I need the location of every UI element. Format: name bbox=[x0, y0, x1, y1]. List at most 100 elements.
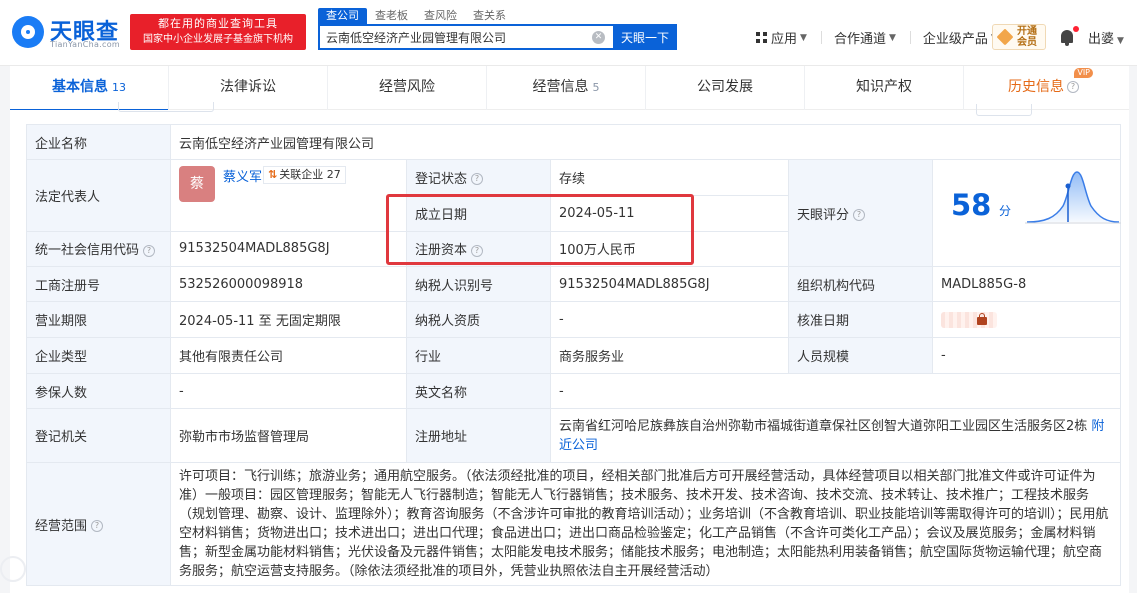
tab-label: 公司发展 bbox=[697, 79, 753, 95]
help-icon[interactable]: ? bbox=[143, 244, 156, 257]
score-marker-dot bbox=[1065, 183, 1071, 189]
slogan-line1: 都在用的商业查询工具 bbox=[158, 17, 278, 30]
tab-label: 经营风险 bbox=[379, 79, 435, 95]
tab-label: 历史信息 bbox=[1008, 79, 1064, 95]
vip-text: 开通 会员 bbox=[1017, 26, 1037, 48]
avatar: 蔡 bbox=[179, 166, 215, 203]
legal-rep-cell: 蔡 蔡义军 ⇅ 关联企业 27 bbox=[170, 159, 407, 232]
approve-date-value[interactable] bbox=[931, 301, 1122, 338]
tab-count: 5 bbox=[592, 81, 600, 94]
approve-date-label: 核准日期 bbox=[788, 301, 933, 338]
vip-line1: 开通 bbox=[1017, 26, 1037, 37]
chevron-down-icon: ▼ bbox=[888, 32, 896, 43]
legal-rep-label: 法定代表人 bbox=[26, 159, 171, 232]
search-button[interactable]: 天眼一下 bbox=[613, 24, 677, 50]
taxpayer-qual-value: - bbox=[550, 301, 789, 338]
help-icon[interactable]: ? bbox=[471, 244, 484, 257]
slogan-banner: 都在用的商业查询工具 国家中小企业发展子基金旗下机构 bbox=[130, 14, 306, 50]
diamond-icon bbox=[996, 28, 1014, 46]
nav-apps[interactable]: 应用 ▼ bbox=[756, 28, 807, 47]
reg-capital-value: 100万人民币 bbox=[550, 230, 789, 268]
type-label: 企业类型 bbox=[26, 337, 171, 374]
grid-icon bbox=[756, 32, 767, 43]
watermark-logo-icon bbox=[0, 556, 26, 582]
user-menu[interactable]: 出婆 ▼ bbox=[1088, 28, 1124, 47]
chevron-down-icon: ▼ bbox=[800, 32, 807, 43]
tab-underlay bbox=[10, 110, 1129, 124]
term-value: 2024-05-11 至 无固定期限 bbox=[170, 301, 407, 338]
top-header: 天眼查 TianYanCha.com 都在用的商业查询工具 国家中小企业发展子基… bbox=[0, 0, 1137, 66]
credit-code-label-text: 统一社会信用代码 bbox=[35, 243, 140, 259]
help-icon[interactable]: ? bbox=[853, 209, 866, 221]
tab-label: 经营信息 bbox=[532, 79, 589, 95]
found-date-label: 成立日期 bbox=[406, 194, 551, 232]
link-icon: ⇅ bbox=[268, 168, 278, 182]
insured-label: 参保人数 bbox=[26, 373, 171, 409]
tab-label: 知识产权 bbox=[856, 79, 912, 95]
tab-operation[interactable]: 经营信息 5 bbox=[487, 66, 646, 110]
eye-logo-icon bbox=[12, 16, 44, 48]
table-row: 营业期限 2024-05-11 至 无固定期限 纳税人资质 - 核准日期 bbox=[26, 301, 1122, 338]
table-row: 参保人数 - 英文名称 - bbox=[26, 373, 1122, 409]
vip-badge: VIP bbox=[1074, 68, 1093, 78]
tab-risk[interactable]: 经营风险 bbox=[328, 66, 487, 110]
sub-nav-ghost bbox=[976, 104, 1032, 116]
tab-count: 13 bbox=[112, 81, 126, 94]
org-code-value: MADL885G-8 bbox=[931, 266, 1122, 302]
authority-value: 弥勒市市场监督管理局 bbox=[170, 408, 407, 463]
bell-icon[interactable] bbox=[1061, 30, 1073, 46]
help-icon: ? bbox=[1067, 81, 1079, 93]
scope-label: 经营范围? bbox=[26, 462, 171, 586]
tab-label: 基本信息 bbox=[52, 79, 108, 95]
related-companies-badge[interactable]: ⇅ 关联企业 27 bbox=[263, 166, 346, 185]
scope-value: 许可项目：飞行训练；旅游业务；通用航空服务。（依法须经批准的项目，经相关部门批准… bbox=[169, 462, 1122, 586]
help-icon[interactable]: ? bbox=[91, 520, 104, 532]
reg-status-label-text: 登记状态 bbox=[415, 171, 468, 187]
tab-ip[interactable]: 知识产权 bbox=[805, 66, 964, 110]
nav-cooperation[interactable]: 合作通道 ▼ bbox=[834, 28, 896, 47]
chevron-down-icon: ▼ bbox=[1117, 36, 1124, 46]
search-box: ✕ bbox=[318, 24, 613, 50]
clear-icon[interactable]: ✕ bbox=[592, 31, 605, 44]
table-row: 经营范围? 许可项目：飞行训练；旅游业务；通用航空服务。（依法须经批准的项目，经… bbox=[26, 462, 1122, 586]
score-wrap: 58 分 bbox=[941, 160, 1121, 266]
scope-label-text: 经营范围 bbox=[35, 518, 88, 534]
distribution-curve-fill bbox=[1027, 172, 1119, 222]
address-text: 云南省红河哈尼族彝族自治州弥勒市福城街道章保社区创智大道弥阳工业园区生活服务区2… bbox=[559, 418, 1088, 434]
search-tab-company[interactable]: 查公司 bbox=[318, 8, 367, 24]
vip-button[interactable]: 开通 会员 bbox=[992, 24, 1046, 50]
lock-icon[interactable] bbox=[941, 311, 997, 328]
staff-label: 人员规模 bbox=[788, 337, 933, 374]
table-row: 登记机关 弥勒市市场监督管理局 注册地址 云南省红河哈尼族彝族自治州弥勒市福城街… bbox=[26, 408, 1122, 463]
credit-code-value: 91532504MADL885G8J bbox=[170, 230, 407, 268]
taxpayer-qual-label: 纳税人资质 bbox=[406, 301, 551, 338]
address-value: 云南省红河哈尼族彝族自治州弥勒市福城街道章保社区创智大道弥阳工业园区生活服务区2… bbox=[549, 408, 1122, 463]
score-label: 天眼评分? bbox=[788, 159, 933, 267]
address-label: 注册地址 bbox=[406, 408, 551, 463]
company-name-value: 云南低空经济产业园管理有限公司 bbox=[169, 124, 1122, 160]
vip-line2: 会员 bbox=[1017, 37, 1037, 48]
search-tab-boss[interactable]: 查老板 bbox=[367, 8, 416, 24]
score-value: 58 bbox=[951, 188, 992, 222]
nav-enterprise-label: 企业级产品 bbox=[922, 32, 988, 47]
score-cell[interactable]: 58 分 bbox=[931, 159, 1122, 267]
table-row: 企业名称 云南低空经济产业园管理有限公司 bbox=[26, 124, 1122, 160]
search-input[interactable] bbox=[320, 26, 590, 48]
basic-info-panel: 企业名称 云南低空经济产业园管理有限公司 法定代表人 蔡 蔡义军 ⇅ 关联企业 2… bbox=[10, 124, 1129, 593]
en-name-label: 英文名称 bbox=[406, 373, 551, 409]
biz-reg-no-value: 532526000098918 bbox=[170, 266, 407, 302]
taxpayer-id-value: 91532504MADL885G8J bbox=[550, 266, 789, 302]
nav-divider bbox=[909, 31, 911, 44]
score-unit: 分 bbox=[999, 204, 1012, 218]
search-tab-relation[interactable]: 查关系 bbox=[465, 8, 514, 24]
help-icon[interactable]: ? bbox=[471, 173, 484, 186]
basic-info-table: 企业名称 云南低空经济产业园管理有限公司 法定代表人 蔡 蔡义军 ⇅ 关联企业 2… bbox=[26, 124, 1122, 586]
tianyancha-logo[interactable]: 天眼查 TianYanCha.com bbox=[12, 14, 124, 54]
staff-value: - bbox=[931, 337, 1122, 374]
tab-label: 法律诉讼 bbox=[220, 79, 276, 95]
legal-rep-name[interactable]: 蔡义军 bbox=[223, 166, 262, 185]
tab-development[interactable]: 公司发展 bbox=[646, 66, 805, 110]
search-tab-risk[interactable]: 查风险 bbox=[416, 8, 465, 24]
insured-value: - bbox=[170, 373, 407, 409]
nav-enterprise[interactable]: 企业级产品▼ bbox=[923, 28, 998, 47]
